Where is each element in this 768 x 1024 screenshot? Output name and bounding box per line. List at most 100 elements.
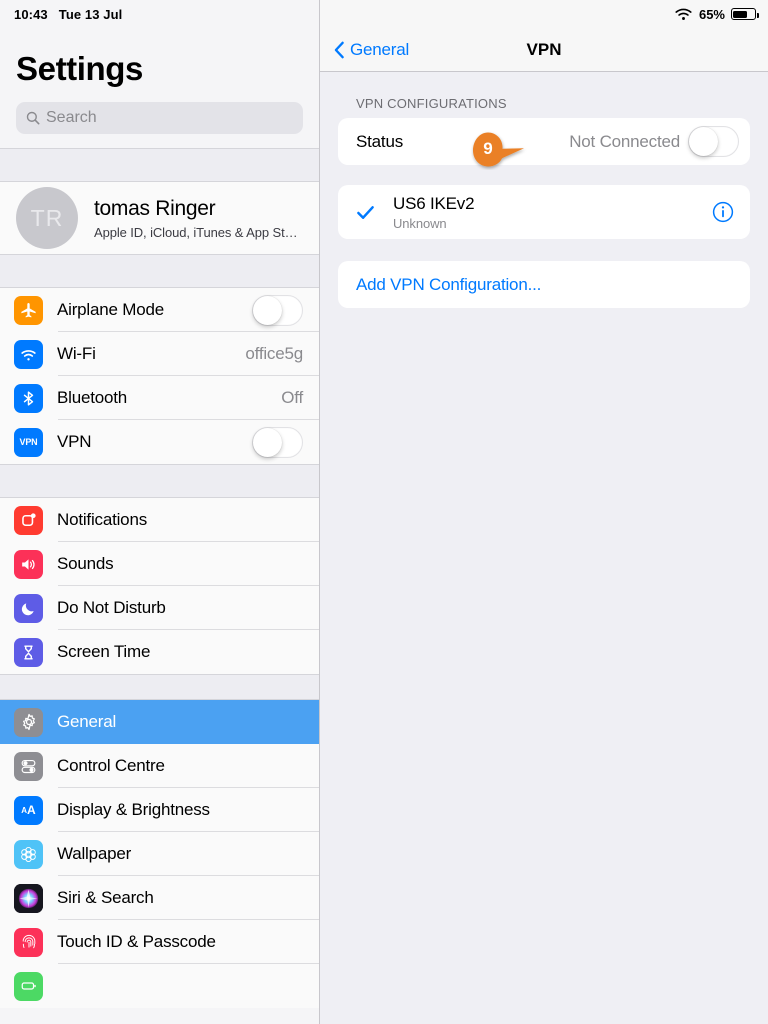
sounds-icon — [14, 549, 43, 579]
settings-sidebar: 10:43 Tue 13 Jul Settings Search TR toma — [0, 0, 320, 1024]
sidebar-item-general[interactable]: General — [0, 700, 319, 744]
back-button-label: General — [350, 39, 410, 59]
search-container: Search — [0, 92, 319, 148]
battery-cap — [756, 12, 759, 18]
sidebar-item-siri-search[interactable]: Siri & Search — [0, 876, 319, 920]
sidebar-item-do-not-disturb[interactable]: Do Not Disturb — [0, 586, 319, 630]
sidebar-item-touch-id-passcode[interactable]: Touch ID & Passcode — [0, 920, 319, 964]
search-input[interactable]: Search — [16, 102, 303, 134]
sidebar-item-screen-time[interactable]: Screen Time — [0, 630, 319, 674]
sidebar-item-bluetooth[interactable]: Bluetooth Off — [0, 376, 319, 420]
add-vpn-configuration-button[interactable]: Add VPN Configuration... — [338, 261, 750, 308]
vpn-status-card: Status Not Connected — [338, 118, 750, 165]
sidebar-item-label: Wallpaper — [57, 844, 132, 863]
sidebar-item-label: Screen Time — [57, 642, 151, 661]
sidebar-group-gap — [0, 674, 319, 700]
sidebar-status-bar: 10:43 Tue 13 Jul — [0, 0, 319, 28]
sidebar-item-label: Control Centre — [57, 756, 165, 775]
notifications-group: Notifications Sounds Do Not Disturb Scre… — [0, 498, 319, 674]
vpn-status-row: Status Not Connected — [338, 118, 750, 165]
connectivity-group: Airplane Mode Wi-Fi office5g Bluetooth O… — [0, 288, 319, 464]
search-placeholder: Search — [46, 109, 97, 126]
account-name: tomas Ringer — [94, 196, 216, 220]
airplane-icon — [14, 295, 43, 325]
sidebar-item-label: Display & Brightness — [57, 800, 210, 819]
sidebar-item-control-centre[interactable]: Control Centre — [0, 744, 319, 788]
sidebar-item-airplane-mode[interactable]: Airplane Mode — [0, 288, 319, 332]
sidebar-item-label: Touch ID & Passcode — [57, 932, 216, 951]
sidebar-group-gap — [0, 464, 319, 498]
vpn-configuration-row[interactable]: US6 IKEv2 Unknown — [338, 185, 750, 239]
sidebar-item-label: Siri & Search — [57, 888, 154, 907]
sidebar-item-wifi[interactable]: Wi-Fi office5g — [0, 332, 319, 376]
control-centre-icon — [14, 751, 43, 781]
battery-green-icon — [14, 971, 43, 1001]
vpn-config-name: US6 IKEv2 — [393, 193, 475, 213]
sidebar-item-notifications[interactable]: Notifications — [0, 498, 319, 542]
display-brightness-icon: AA — [14, 795, 43, 825]
bluetooth-icon — [14, 383, 43, 413]
wifi-icon — [675, 8, 692, 20]
chevron-left-icon — [334, 41, 344, 58]
account-group: TR tomas Ringer Apple ID, iCloud, iTunes… — [0, 182, 319, 254]
battery-fill — [733, 10, 748, 18]
battery-percent: 65% — [698, 6, 725, 22]
status-label: Status — [356, 131, 403, 151]
airplane-mode-toggle[interactable] — [252, 294, 303, 326]
touch-id-icon — [14, 927, 43, 957]
sidebar-item-label: Bluetooth — [57, 388, 128, 407]
notifications-icon — [14, 505, 43, 535]
sidebar-item-label: Notifications — [57, 510, 147, 529]
battery-icon — [731, 8, 759, 20]
sidebar-item-account[interactable]: TR tomas Ringer Apple ID, iCloud, iTunes… — [0, 182, 319, 254]
sidebar-group-gap — [0, 254, 319, 288]
back-button[interactable]: General — [320, 40, 409, 60]
avatar: TR — [16, 187, 78, 249]
wallpaper-icon — [14, 839, 43, 869]
sidebar-item-label: Wi-Fi — [57, 344, 96, 363]
account-text: tomas Ringer Apple ID, iCloud, iTunes & … — [94, 197, 298, 240]
sidebar-item-label: Sounds — [57, 554, 114, 573]
add-vpn-card: Add VPN Configuration... — [338, 261, 750, 308]
status-value: Not Connected — [569, 131, 680, 151]
vpn-status-toggle[interactable] — [688, 126, 739, 157]
add-vpn-label: Add VPN Configuration... — [356, 274, 542, 294]
toggle-knob — [253, 427, 282, 457]
sidebar-item-display-brightness[interactable]: AA Display & Brightness — [0, 788, 319, 832]
wifi-value: office5g — [245, 344, 303, 363]
sidebar-item-label: Airplane Mode — [57, 300, 165, 319]
status-time: 10:43 — [14, 6, 48, 22]
vpn-toggle[interactable] — [252, 426, 303, 458]
vpn-icon: VPN — [14, 427, 43, 457]
info-circle-icon[interactable] — [712, 201, 734, 223]
avatar-initials: TR — [30, 204, 64, 231]
status-date: Tue 13 Jul — [58, 6, 123, 22]
sidebar-item-wallpaper[interactable]: Wallpaper — [0, 832, 319, 876]
siri-icon — [14, 883, 43, 913]
detail-navbar: General VPN — [320, 28, 768, 72]
sidebar-item-sounds[interactable]: Sounds — [0, 542, 319, 586]
sidebar-item-label: General — [57, 712, 117, 731]
vpn-detail-panel: 65% General VPN VPN CONFIGURATIONS Statu… — [320, 0, 768, 1024]
general-group: General Control Centre AA Display & Brig… — [0, 700, 319, 1008]
search-icon — [26, 111, 40, 125]
gear-icon — [14, 707, 43, 737]
account-subtitle: Apple ID, iCloud, iTunes & App St… — [94, 224, 298, 240]
wifi-icon — [14, 339, 43, 369]
sidebar-item-vpn[interactable]: VPN VPN — [0, 420, 319, 464]
sidebar-item-label: Do Not Disturb — [57, 598, 166, 617]
section-header: VPN CONFIGURATIONS — [356, 96, 507, 111]
vpn-configurations-card: US6 IKEv2 Unknown — [338, 185, 750, 239]
sidebar-item-label: VPN — [57, 432, 92, 451]
checkmark-icon — [357, 205, 374, 219]
sidebar-group-gap — [0, 148, 319, 182]
bluetooth-value: Off — [281, 388, 303, 407]
vpn-config-text: US6 IKEv2 Unknown — [393, 193, 475, 231]
sidebar-item-battery[interactable] — [0, 964, 319, 1008]
vpn-config-subtitle: Unknown — [393, 215, 447, 231]
ipad-settings-screen: 10:43 Tue 13 Jul Settings Search TR toma — [0, 0, 768, 1024]
page-title: Settings — [16, 50, 143, 87]
toggle-knob — [253, 295, 282, 325]
toggle-knob — [689, 127, 718, 156]
detail-status-bar: 65% — [320, 0, 768, 28]
